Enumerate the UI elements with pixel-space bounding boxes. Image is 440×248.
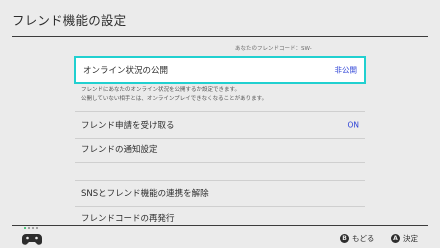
online-status-row[interactable]: オンライン状況の公開 非公開 <box>74 56 366 84</box>
controller-icon <box>22 234 42 245</box>
online-status-label: オンライン状況の公開 <box>83 66 169 76</box>
notifications-label: フレンドの通知設定 <box>81 145 158 155</box>
header-divider <box>12 36 428 37</box>
online-status-value: 非公開 <box>334 65 358 75</box>
page-title: フレンド機能の設定 <box>12 13 127 28</box>
sns-unlink-row[interactable]: SNSとフレンド機能の連携を解除 <box>75 180 365 206</box>
ok-label: 決定 <box>403 234 418 243</box>
player-indicator <box>24 227 38 229</box>
back-button[interactable]: B もどる <box>340 233 374 244</box>
row-divider <box>75 162 365 163</box>
player-dot <box>36 227 38 229</box>
a-button-icon: A <box>391 234 400 243</box>
friend-requests-row[interactable]: フレンド申請を受け取る ON <box>75 112 365 138</box>
notifications-row[interactable]: フレンドの通知設定 <box>75 136 365 162</box>
player-dot <box>32 227 34 229</box>
b-button-icon: B <box>340 234 349 243</box>
friend-requests-label: フレンド申請を受け取る <box>81 121 175 131</box>
back-label: もどる <box>352 234 375 243</box>
friend-code-label: あなたのフレンドコード：SW- <box>235 46 312 52</box>
friend-requests-value: ON <box>347 120 359 130</box>
player-dot <box>28 227 30 229</box>
ok-button[interactable]: A 決定 <box>391 233 418 244</box>
reissue-code-label: フレンドコードの再発行 <box>81 214 175 224</box>
sns-unlink-label: SNSとフレンド機能の連携を解除 <box>81 189 209 199</box>
description-line-2: 公開していない相手とは、オンラインプレイできなくなることがあります。 <box>81 96 268 102</box>
header: フレンド機能の設定 <box>0 0 440 37</box>
footer: B もどる A 決定 <box>0 226 440 248</box>
player-dot <box>24 227 26 229</box>
online-status-description: フレンドにあなたのオンライン状況を公開するか設定できます。 公開していない相手と… <box>81 86 267 104</box>
description-line-1: フレンドにあなたのオンライン状況を公開するか設定できます。 <box>81 87 240 93</box>
